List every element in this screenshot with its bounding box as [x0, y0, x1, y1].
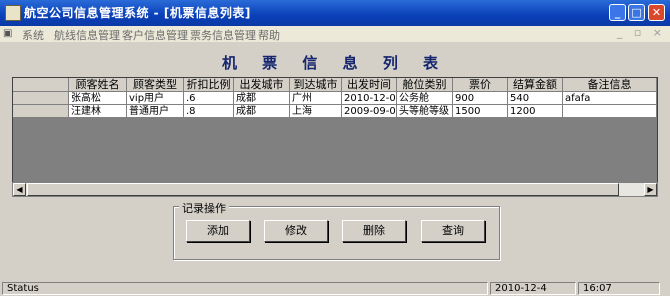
- menu-customer-info[interactable]: 客户信息管理: [122, 27, 188, 43]
- table-cell[interactable]: 广州: [290, 92, 342, 105]
- table-cell[interactable]: 成都: [234, 105, 290, 118]
- table-cell[interactable]: 上海: [290, 105, 342, 118]
- col-header[interactable]: 顾客姓名: [69, 78, 127, 92]
- table-cell[interactable]: 头等舱等级: [397, 105, 453, 118]
- add-button[interactable]: 添加: [186, 220, 250, 242]
- table-cell[interactable]: [563, 105, 657, 118]
- edit-button[interactable]: 修改: [264, 220, 328, 242]
- col-header[interactable]: 舱位类别: [397, 78, 453, 92]
- col-header[interactable]: 备注信息: [563, 78, 657, 92]
- col-header[interactable]: 出发城市: [234, 78, 290, 92]
- col-header[interactable]: 折扣比例: [184, 78, 234, 92]
- group-label: 记录操作: [179, 200, 229, 216]
- status-text: Status: [2, 282, 488, 295]
- delete-button[interactable]: 删除: [342, 220, 406, 242]
- table-cell[interactable]: 1500: [453, 105, 508, 118]
- status-time: 16:07: [578, 282, 660, 295]
- menu-bar: ▣ 系统 航线信息管理 客户信息管理 票务信息管理 帮助 _ ▫ ×: [0, 26, 670, 42]
- grid-corner: [13, 78, 69, 92]
- row-selector[interactable]: [13, 105, 69, 118]
- maximize-button[interactable]: □: [628, 4, 645, 21]
- table-cell[interactable]: 1200: [508, 105, 563, 118]
- menu-ticket-info[interactable]: 票务信息管理: [190, 27, 256, 43]
- mdi-child-icon[interactable]: ▣: [3, 28, 17, 40]
- row-selector[interactable]: [13, 92, 69, 105]
- table-cell[interactable]: 普通用户: [127, 105, 184, 118]
- col-header[interactable]: 顾客类型: [127, 78, 184, 92]
- table-cell[interactable]: vip用户: [127, 92, 184, 105]
- scroll-thumb[interactable]: [27, 183, 619, 196]
- table-cell[interactable]: .8: [184, 105, 234, 118]
- title-bar: 航空公司信息管理系统 - [机票信息列表] _ □ ✕: [0, 0, 670, 26]
- col-header[interactable]: 结算金额: [508, 78, 563, 92]
- scroll-left-icon[interactable]: ◀: [13, 183, 26, 196]
- scroll-right-icon[interactable]: ▶: [644, 183, 657, 196]
- table-cell[interactable]: 900: [453, 92, 508, 105]
- query-button[interactable]: 查询: [421, 220, 485, 242]
- page-title: 机 票 信 息 列 表: [221, 54, 449, 72]
- app-icon: [5, 5, 21, 21]
- status-bar: Status 2010-12-4 16:07: [0, 280, 670, 296]
- menu-route-info[interactable]: 航线信息管理: [54, 27, 120, 43]
- ticket-grid[interactable]: 顾客姓名 顾客类型 折扣比例 出发城市 到达城市 出发时间 舱位类别 票价 结算…: [12, 77, 658, 197]
- minimize-button[interactable]: _: [609, 4, 626, 21]
- col-header[interactable]: 出发时间: [342, 78, 397, 92]
- mdi-window-controls[interactable]: _ ▫ ×: [617, 26, 666, 39]
- table-cell[interactable]: 成都: [234, 92, 290, 105]
- col-header[interactable]: 到达城市: [290, 78, 342, 92]
- table-cell[interactable]: 张高松: [69, 92, 127, 105]
- close-button[interactable]: ✕: [648, 4, 665, 21]
- table-cell[interactable]: 2009-09-02: [342, 105, 397, 118]
- menu-system[interactable]: 系统: [22, 27, 44, 43]
- horizontal-scrollbar[interactable]: ◀ ▶: [12, 182, 658, 197]
- table-cell[interactable]: 540: [508, 92, 563, 105]
- table-cell[interactable]: .6: [184, 92, 234, 105]
- record-actions-group: 记录操作 添加 修改 删除 查询: [173, 200, 500, 260]
- window-title: 航空公司信息管理系统 - [机票信息列表]: [24, 6, 251, 20]
- table-cell[interactable]: 汪建林: [69, 105, 127, 118]
- table-cell[interactable]: 公务舱: [397, 92, 453, 105]
- col-header[interactable]: 票价: [453, 78, 508, 92]
- table-cell[interactable]: afafa: [563, 92, 657, 105]
- menu-help[interactable]: 帮助: [258, 27, 280, 43]
- status-date: 2010-12-4: [490, 282, 576, 295]
- table-cell[interactable]: 2010-12-01: [342, 92, 397, 105]
